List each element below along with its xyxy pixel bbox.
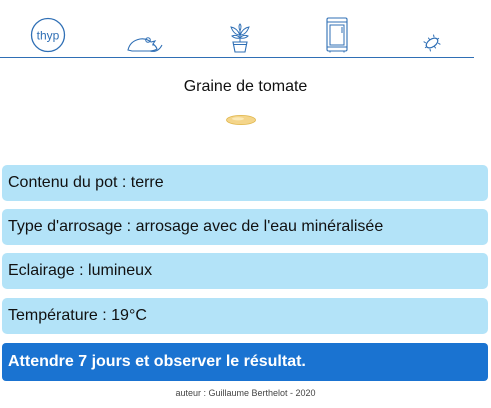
- condition-watering: Type d'arrosage : arrosage avec de l'eau…: [2, 209, 488, 245]
- condition-label: Type d'arrosage : arrosage avec de l'eau…: [8, 218, 384, 235]
- action-label: Attendre 7 jours et observer le résultat…: [8, 353, 306, 370]
- mouse-icon[interactable]: [126, 30, 164, 54]
- condition-label: Contenu du pot : terre: [8, 174, 164, 191]
- condition-pot-content: Contenu du pot : terre: [2, 165, 488, 201]
- condition-label: Eclairage : lumineux: [8, 262, 153, 279]
- thyp-logo[interactable]: thyp: [30, 17, 66, 53]
- top-navigation-bar: thyp: [0, 0, 474, 58]
- fridge-icon[interactable]: [325, 17, 349, 53]
- wait-and-observe-button[interactable]: Attendre 7 jours et observer le résultat…: [2, 343, 488, 381]
- plant-icon[interactable]: [228, 23, 252, 53]
- thyp-logo-text: thyp: [37, 29, 60, 43]
- experiment-title: Graine de tomate: [183, 78, 308, 95]
- condition-lighting: Eclairage : lumineux: [2, 253, 488, 289]
- condition-temperature: Température : 19°C: [2, 298, 488, 334]
- bacteria-icon[interactable]: [423, 34, 441, 52]
- condition-label: Température : 19°C: [8, 307, 147, 324]
- seed-icon: [225, 113, 257, 132]
- author-footer: auteur : Guillaume Berthelot - 2020: [175, 388, 316, 398]
